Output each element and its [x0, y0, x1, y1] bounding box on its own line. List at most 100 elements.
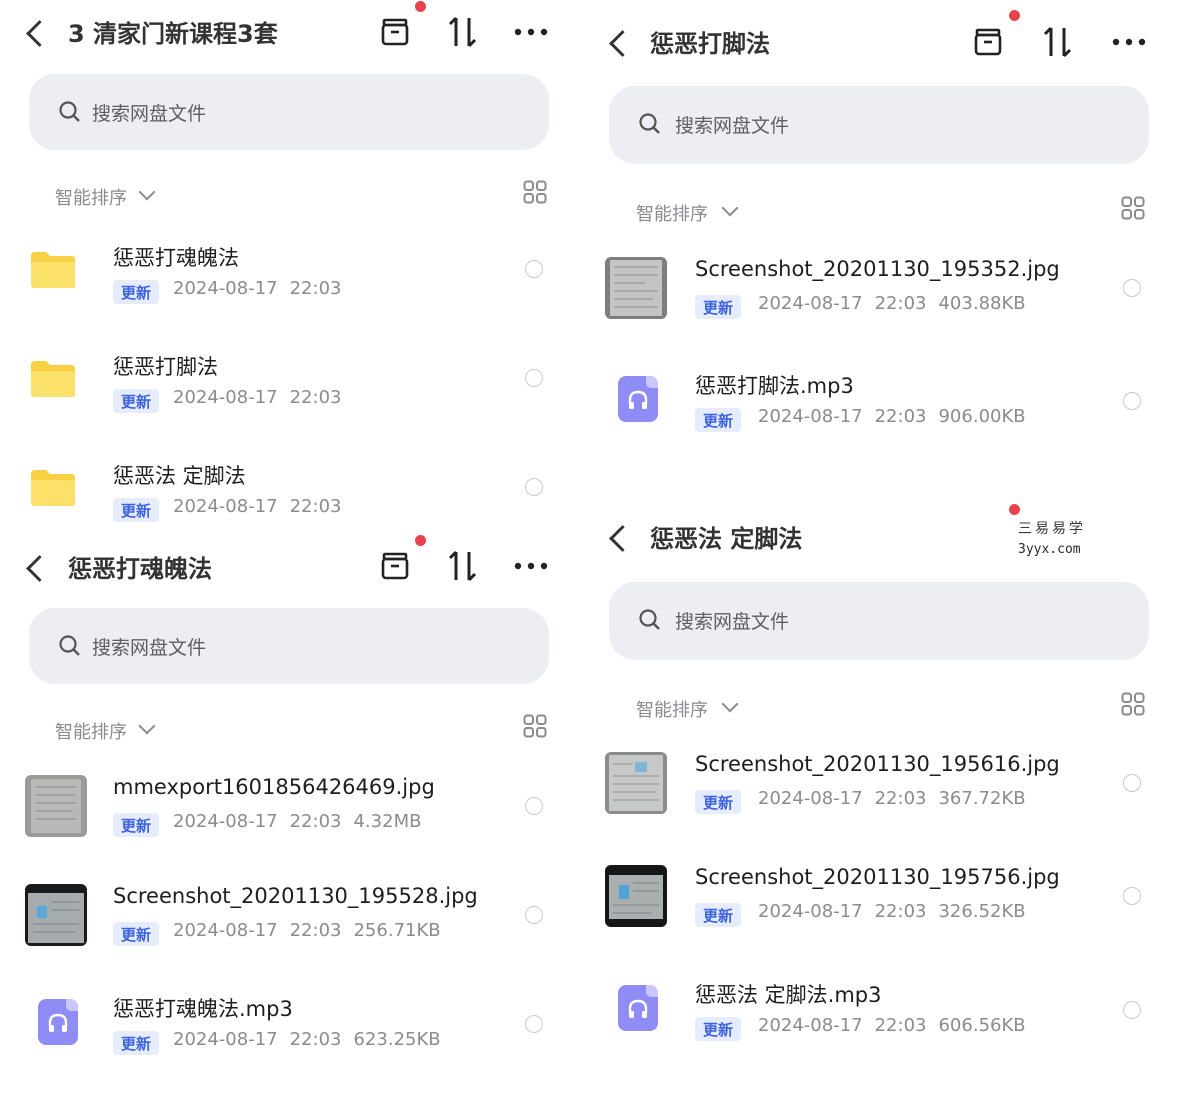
chevron-down-icon[interactable] — [721, 695, 739, 713]
list-item[interactable]: 惩恶打魂魄法.mp3 更新 2024-08-17 22:03 623.25KB — [25, 993, 545, 1093]
archive-icon[interactable] — [973, 27, 1003, 57]
file-date: 2024-08-17 — [758, 406, 863, 427]
top-bar: 3 清家门新课程3套 — [0, 0, 580, 60]
select-radio[interactable] — [525, 260, 543, 278]
search-bar[interactable]: 搜索网盘文件 — [609, 86, 1149, 164]
grid-view-icon[interactable] — [523, 714, 547, 738]
back-icon[interactable] — [609, 30, 636, 57]
sort-icon[interactable] — [447, 15, 479, 49]
top-bar: 惩恶打脚法 — [580, 10, 1178, 70]
sort-icon[interactable] — [1042, 25, 1074, 59]
search-placeholder: 搜索网盘文件 — [675, 611, 790, 633]
search-icon — [639, 609, 660, 630]
file-meta: 2024-08-17 22:03 367.72KB — [758, 788, 1038, 809]
file-meta: 2024-08-17 22:03 — [173, 278, 353, 299]
file-meta: 2024-08-17 22:03 403.88KB — [758, 293, 1038, 314]
file-meta: 2024-08-17 22:03 — [173, 387, 353, 408]
grid-view-icon[interactable] — [1121, 692, 1145, 716]
watermark-text: 三易易学 — [1018, 521, 1086, 537]
audio-file-icon — [38, 999, 78, 1045]
search-bar[interactable]: 搜索网盘文件 — [29, 608, 549, 684]
list-item[interactable]: Screenshot_20201130_195528.jpg 更新 2024-0… — [25, 884, 545, 984]
select-radio[interactable] — [525, 797, 543, 815]
search-bar[interactable]: 搜索网盘文件 — [609, 582, 1149, 660]
select-radio[interactable] — [525, 369, 543, 387]
more-icon[interactable] — [514, 27, 548, 37]
file-time: 22:03 — [289, 496, 342, 517]
select-radio[interactable] — [1123, 774, 1141, 792]
panel-folder-hunpo: 惩恶打魂魄法 搜索网盘文件 智能排序 mmexport1601856426469… — [0, 535, 580, 1080]
archive-icon[interactable] — [380, 551, 410, 581]
file-time: 22:03 — [874, 293, 927, 314]
back-icon[interactable] — [26, 20, 53, 47]
file-name: 惩恶打脚法 — [113, 355, 218, 379]
update-badge: 更新 — [695, 295, 742, 319]
select-radio[interactable] — [525, 478, 543, 496]
watermark: 三易易学 3yyx.com — [920, 516, 1170, 566]
search-bar[interactable]: 搜索网盘文件 — [29, 74, 549, 150]
file-name: 惩恶法 定脚法.mp3 — [695, 983, 882, 1007]
sort-dropdown[interactable]: 智能排序 — [55, 718, 127, 744]
archive-icon[interactable] — [380, 17, 410, 47]
file-name: 惩恶打魂魄法 — [113, 246, 239, 270]
file-meta: 2024-08-17 22:03 326.52KB — [758, 901, 1038, 922]
update-badge: 更新 — [695, 790, 742, 814]
more-icon[interactable] — [1112, 37, 1146, 47]
list-item[interactable]: Screenshot_20201130_195352.jpg 更新 2024-0… — [605, 257, 1150, 357]
sort-dropdown[interactable]: 智能排序 — [636, 200, 708, 226]
grid-view-icon[interactable] — [1121, 196, 1145, 220]
file-date: 2024-08-17 — [173, 387, 278, 408]
page-title: 惩恶法 定脚法 — [650, 525, 803, 553]
file-meta: 2024-08-17 22:03 606.56KB — [758, 1015, 1038, 1036]
update-badge: 更新 — [695, 408, 742, 432]
search-placeholder: 搜索网盘文件 — [92, 637, 207, 659]
select-radio[interactable] — [525, 1015, 543, 1033]
list-item[interactable]: Screenshot_20201130_195616.jpg 更新 2024-0… — [605, 752, 1150, 852]
file-size: 906.00KB — [938, 406, 1026, 427]
file-date: 2024-08-17 — [758, 788, 863, 809]
file-time: 22:03 — [289, 1029, 342, 1050]
list-item[interactable]: mmexport1601856426469.jpg 更新 2024-08-17 2… — [25, 775, 545, 875]
file-time: 22:03 — [289, 811, 342, 832]
file-meta: 2024-08-17 22:03 623.25KB — [173, 1029, 453, 1050]
watermark-url: 3yyx.com — [1018, 542, 1081, 557]
chevron-down-icon[interactable] — [138, 183, 156, 201]
sort-dropdown[interactable]: 智能排序 — [636, 696, 708, 722]
top-bar: 惩恶打魂魄法 — [0, 535, 580, 595]
list-item[interactable]: Screenshot_20201130_195756.jpg 更新 2024-0… — [605, 865, 1150, 965]
sort-row: 智能排序 — [55, 180, 550, 214]
search-placeholder: 搜索网盘文件 — [675, 115, 790, 137]
file-time: 22:03 — [289, 387, 342, 408]
select-radio[interactable] — [1123, 1001, 1141, 1019]
select-radio[interactable] — [1123, 279, 1141, 297]
file-date: 2024-08-17 — [758, 901, 863, 922]
sort-row: 智能排序 — [636, 196, 1148, 230]
search-placeholder: 搜索网盘文件 — [92, 103, 207, 125]
file-time: 22:03 — [874, 406, 927, 427]
sort-dropdown[interactable]: 智能排序 — [55, 184, 127, 210]
select-radio[interactable] — [1123, 887, 1141, 905]
notification-dot — [1009, 504, 1020, 515]
sort-icon[interactable] — [447, 549, 479, 583]
update-badge: 更新 — [113, 922, 160, 946]
file-date: 2024-08-17 — [173, 496, 278, 517]
list-item[interactable]: 惩恶打魂魄法 更新 2024-08-17 22:03 — [25, 242, 545, 342]
grid-view-icon[interactable] — [523, 180, 547, 204]
headphones-icon — [628, 999, 648, 1018]
sort-row: 智能排序 — [636, 692, 1148, 726]
list-item[interactable]: 惩恶打脚法 更新 2024-08-17 22:03 — [25, 351, 545, 451]
list-item[interactable]: 惩恶打脚法.mp3 更新 2024-08-17 22:03 906.00KB — [605, 370, 1150, 470]
chevron-down-icon[interactable] — [138, 717, 156, 735]
image-thumbnail — [605, 752, 667, 814]
file-date: 2024-08-17 — [173, 1029, 278, 1050]
back-icon[interactable] — [609, 525, 636, 552]
list-item[interactable]: 惩恶法 定脚法.mp3 更新 2024-08-17 22:03 606.56KB — [605, 979, 1150, 1079]
file-date: 2024-08-17 — [173, 811, 278, 832]
select-radio[interactable] — [1123, 392, 1141, 410]
file-name: 惩恶打脚法.mp3 — [695, 374, 854, 398]
select-radio[interactable] — [525, 906, 543, 924]
back-icon[interactable] — [26, 555, 53, 582]
search-icon — [59, 101, 80, 122]
chevron-down-icon[interactable] — [721, 199, 739, 217]
more-icon[interactable] — [514, 561, 548, 571]
